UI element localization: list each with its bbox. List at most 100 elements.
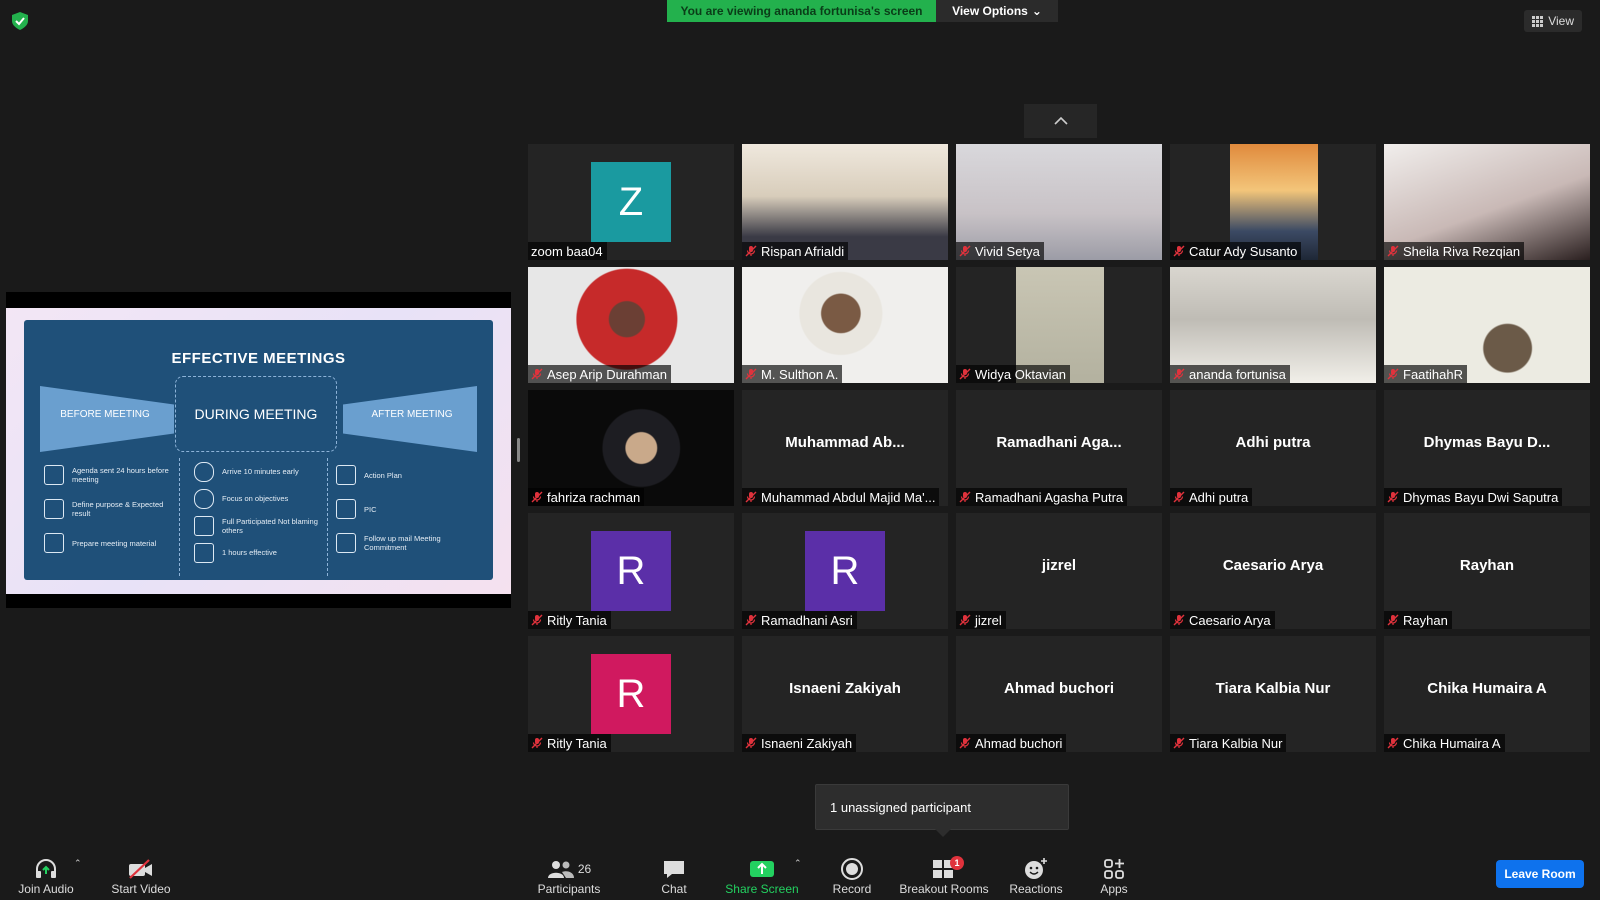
- audio-options-caret[interactable]: ⌃: [74, 858, 82, 869]
- reactions-button[interactable]: Reactions: [1004, 852, 1068, 896]
- reactions-label: Reactions: [1009, 882, 1063, 896]
- participant-name-tag: Widya Oktavian: [956, 365, 1071, 383]
- participant-tile[interactable]: ananda fortunisa: [1170, 267, 1376, 383]
- participant-tile[interactable]: Ramadhani Aga... Ramadhani Agasha Putra: [956, 390, 1162, 506]
- slide-item: Focus on objectives: [194, 485, 324, 512]
- participant-display-name: jizrel: [1041, 557, 1077, 574]
- participant-tile[interactable]: R Ritly Tania: [528, 636, 734, 752]
- slide-panel: EFFECTIVE MEETINGS BEFORE MEETING DURING…: [24, 320, 493, 580]
- participant-avatar: R: [591, 531, 671, 611]
- participant-tile[interactable]: fahriza rachman: [528, 390, 734, 506]
- participant-tile[interactable]: Vivid Setya: [956, 144, 1162, 260]
- participant-name: Vivid Setya: [975, 243, 1040, 259]
- mic-muted-icon: [531, 491, 543, 503]
- security-shield-icon[interactable]: [12, 12, 28, 30]
- thumbs-up-icon: [44, 499, 64, 519]
- view-options-label: View Options: [952, 4, 1028, 18]
- split-drag-handle[interactable]: [517, 438, 520, 462]
- hourglass-icon: [194, 542, 214, 563]
- share-options-caret[interactable]: ⌃: [794, 858, 802, 869]
- before-items: Agenda sent 24 hours before meeting Defi…: [44, 458, 174, 560]
- participant-tile[interactable]: Isnaeni Zakiyah Isnaeni Zakiyah: [742, 636, 948, 752]
- participant-tile[interactable]: Tiara Kalbia Nur Tiara Kalbia Nur: [1170, 636, 1376, 752]
- slide-item: 1 hours effective: [194, 539, 324, 566]
- slide-item: PIC: [336, 492, 476, 526]
- participant-tile[interactable]: Chika Humaira A Chika Humaira A: [1384, 636, 1590, 752]
- calendar-icon: [336, 465, 356, 485]
- apps-button[interactable]: Apps: [1092, 852, 1136, 896]
- participant-display-name: Isnaeni Zakiyah: [789, 680, 901, 697]
- slide-item: Follow up mail Meeting Commitment: [336, 526, 476, 560]
- participants-icon: [547, 861, 574, 878]
- participant-name-tag: Ahmad buchori: [956, 734, 1067, 752]
- participant-name: Dhymas Bayu Dwi Saputra: [1403, 489, 1559, 505]
- view-button[interactable]: View: [1524, 10, 1582, 32]
- view-options-button[interactable]: View Options ⌄: [936, 0, 1058, 22]
- participant-tile[interactable]: Rayhan Rayhan: [1384, 513, 1590, 629]
- participant-tile[interactable]: Asep Arip Durahman: [528, 267, 734, 383]
- participant-name-tag: Isnaeni Zakiyah: [742, 734, 857, 752]
- share-screen-button[interactable]: Share Screen: [724, 852, 800, 896]
- unassigned-participant-popup[interactable]: 1 unassigned participant: [815, 784, 1069, 830]
- join-audio-label: Join Audio: [18, 882, 74, 896]
- participant-name: FaatihahR: [1403, 366, 1463, 382]
- participants-button[interactable]: 26 Participants: [532, 852, 606, 896]
- participant-tile[interactable]: R Ritly Tania: [528, 513, 734, 629]
- record-button[interactable]: Record: [826, 852, 878, 896]
- slide-item: Prepare meeting material: [44, 526, 174, 560]
- participant-name-tag: zoom baa04: [528, 242, 607, 260]
- slide-item: Arrive 10 minutes early: [194, 458, 324, 485]
- mic-muted-icon: [1173, 245, 1185, 257]
- participant-display-name: Adhi putra: [1235, 434, 1311, 451]
- agenda-icon: [44, 465, 64, 485]
- breakout-badge: 1: [950, 856, 964, 870]
- participant-name: Ahmad buchori: [975, 735, 1063, 751]
- participant-tile[interactable]: Zzoom baa04: [528, 144, 734, 260]
- participant-name: Adhi putra: [1189, 489, 1249, 505]
- start-video-button[interactable]: Start Video: [104, 852, 178, 896]
- leave-room-button[interactable]: Leave Room: [1496, 860, 1584, 888]
- participant-tile[interactable]: Muhammad Ab... Muhammad Abdul Majid Ma'..…: [742, 390, 948, 506]
- participant-name: M. Sulthon A.: [761, 366, 839, 382]
- participant-tile[interactable]: Rispan Afrialdi: [742, 144, 948, 260]
- participant-tile[interactable]: Catur Ady Susanto: [1170, 144, 1376, 260]
- participant-display-name: Tiara Kalbia Nur: [1215, 680, 1331, 697]
- participant-tile[interactable]: FaatihahR: [1384, 267, 1590, 383]
- during-meeting-box: DURING MEETING: [175, 376, 337, 452]
- viewing-screen-banner: You are viewing ananda fortunisa's scree…: [667, 0, 936, 22]
- participant-name-tag: Adhi putra: [1170, 488, 1253, 506]
- participant-tile[interactable]: R Ramadhani Asri: [742, 513, 948, 629]
- participant-name-tag: Ramadhani Asri: [742, 611, 857, 629]
- participant-name: Caesario Arya: [1189, 612, 1271, 628]
- participant-tile[interactable]: Sheila Riva Rezqian: [1384, 144, 1590, 260]
- participant-name: Asep Arip Durahman: [547, 366, 667, 382]
- participant-tile[interactable]: Adhi putra Adhi putra: [1170, 390, 1376, 506]
- participant-name-tag: Asep Arip Durahman: [528, 365, 671, 383]
- participant-name: Tiara Kalbia Nur: [1189, 735, 1283, 751]
- mic-muted-icon: [531, 737, 543, 749]
- shared-screen[interactable]: EFFECTIVE MEETINGS BEFORE MEETING DURING…: [6, 292, 511, 608]
- participant-name-tag: Chika Humaira A: [1384, 734, 1505, 752]
- participant-name: Rispan Afrialdi: [761, 243, 845, 259]
- start-video-label: Start Video: [111, 882, 171, 896]
- scroll-up-button[interactable]: [1024, 104, 1097, 138]
- participant-tile[interactable]: M. Sulthon A.: [742, 267, 948, 383]
- breakout-rooms-button[interactable]: 1 Breakout Rooms: [896, 852, 992, 896]
- participant-tile[interactable]: Caesario Arya Caesario Arya: [1170, 513, 1376, 629]
- join-audio-button[interactable]: Join Audio: [14, 852, 78, 896]
- chevron-down-icon: ⌄: [1031, 4, 1042, 18]
- participant-name-tag: Caesario Arya: [1170, 611, 1275, 629]
- chat-button[interactable]: Chat: [652, 852, 696, 896]
- participant-display-name: Dhymas Bayu D...: [1423, 434, 1551, 451]
- participant-name-tag: Vivid Setya: [956, 242, 1044, 260]
- participant-tile[interactable]: jizrel jizrel: [956, 513, 1162, 629]
- participant-display-name: Chika Humaira A: [1427, 680, 1547, 697]
- participants-count: 26: [577, 862, 592, 876]
- mic-muted-icon: [1387, 245, 1399, 257]
- mic-muted-icon: [1387, 368, 1399, 380]
- mic-muted-icon: [745, 245, 757, 257]
- participant-tile[interactable]: Ahmad buchori Ahmad buchori: [956, 636, 1162, 752]
- participant-tile[interactable]: Dhymas Bayu D... Dhymas Bayu Dwi Saputra: [1384, 390, 1590, 506]
- participant-tile[interactable]: Widya Oktavian: [956, 267, 1162, 383]
- slide-item: Full Participated Not blaming others: [194, 512, 324, 539]
